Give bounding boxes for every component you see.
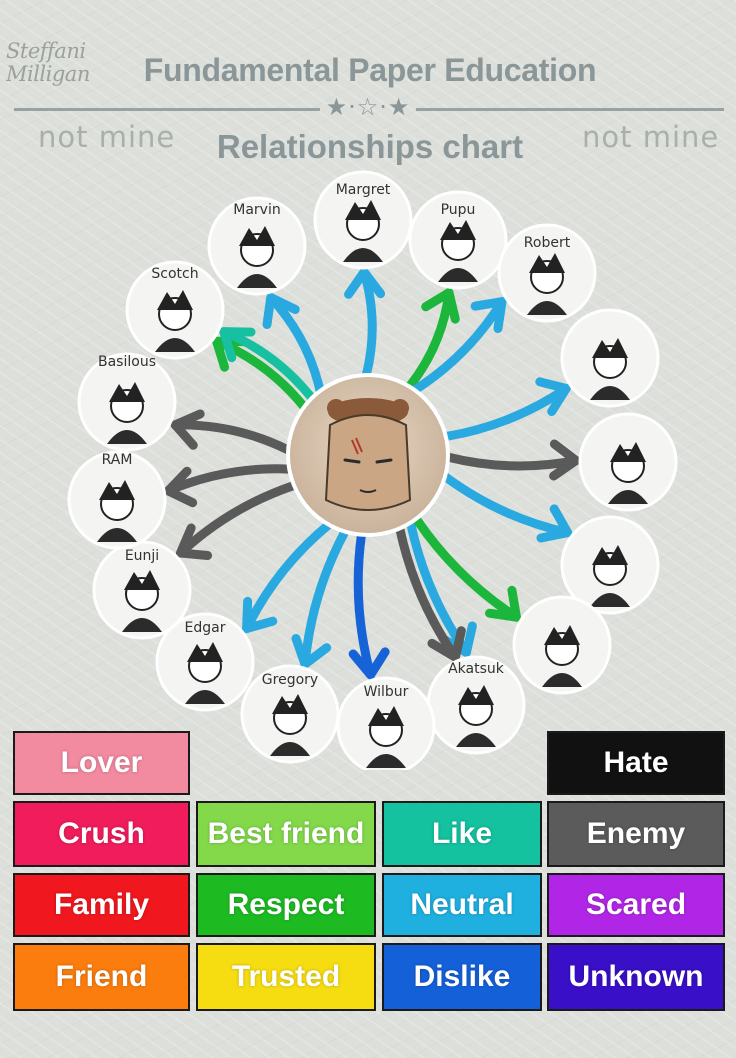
page-title: Fundamental Paper Education — [143, 52, 597, 88]
character-node-2: Pupu — [408, 190, 508, 290]
legend-crush: Crush — [13, 801, 190, 867]
divider-left — [14, 108, 320, 111]
character-node-14: Basilous — [77, 352, 177, 452]
legend-trusted: Trusted — [196, 943, 376, 1011]
character-node-3: Robert — [497, 223, 597, 323]
character-node-12: Eunji — [92, 540, 192, 640]
character-label: Robert — [524, 235, 571, 251]
relationship-arrow — [412, 515, 521, 622]
character-node-8: Akatsuk — [426, 655, 526, 755]
character-node-7 — [512, 595, 612, 695]
character-label: RAM — [102, 452, 133, 468]
character-node-9: Wilbur — [336, 676, 436, 770]
author-line-1: Steffani — [6, 39, 86, 63]
legend-neutral: Neutral — [382, 873, 542, 937]
legend-friend: Friend — [13, 943, 190, 1011]
page-subtitle: Relationships chart — [216, 128, 524, 165]
character-label: Margret — [336, 182, 391, 198]
legend-respect: Respect — [196, 873, 376, 937]
character-node-5 — [578, 412, 678, 512]
character-node-1: Margret — [313, 170, 413, 270]
legend-unknown: Unknown — [547, 943, 725, 1011]
character-label: Eunji — [125, 548, 159, 564]
character-node-16: Marvin — [207, 196, 307, 296]
legend-lover: Lover — [13, 731, 190, 795]
legend-dislike: Dislike — [382, 943, 542, 1011]
character-label: Akatsuk — [448, 661, 505, 677]
relationship-arrow — [395, 523, 460, 662]
relationship-arrow — [441, 472, 573, 538]
legend-scared: Scared — [547, 873, 725, 937]
character-label: Gregory — [262, 672, 318, 688]
character-label: Pupu — [441, 202, 476, 218]
divider-right — [416, 108, 724, 111]
character-node-4 — [560, 308, 660, 408]
legend-family: Family — [13, 873, 190, 937]
center-character — [286, 373, 450, 537]
character-label: Basilous — [98, 354, 156, 370]
author-line-2: Milligan — [6, 62, 90, 86]
legend-like: Like — [382, 801, 542, 867]
relationship-arrow — [443, 452, 581, 471]
relationship-arrow — [353, 531, 376, 680]
legend-enemy: Enemy — [547, 801, 725, 867]
author-signature: Steffani Milligan — [6, 40, 96, 86]
legend-hate: Hate — [547, 731, 725, 795]
character-label: Wilbur — [364, 684, 409, 700]
center-character-face — [324, 414, 412, 511]
relationship-diagram: Margret Pupu Robert Akatsuk Wilbur Gregory Edg… — [67, 170, 678, 770]
character-node-13: RAM — [67, 450, 167, 550]
divider-stars: ★·☆·★ — [325, 93, 411, 121]
relationship-arrow — [175, 481, 298, 558]
legend-best-friend: Best friend — [196, 801, 376, 867]
watermark-right: not mine — [582, 120, 720, 154]
character-node-10: Gregory — [240, 664, 340, 764]
watermark-left: not mine — [38, 120, 176, 154]
character-label: Edgar — [185, 620, 226, 636]
character-label: Marvin — [233, 202, 280, 218]
character-node-15: Scotch — [125, 260, 225, 360]
character-label: Scotch — [151, 266, 198, 282]
